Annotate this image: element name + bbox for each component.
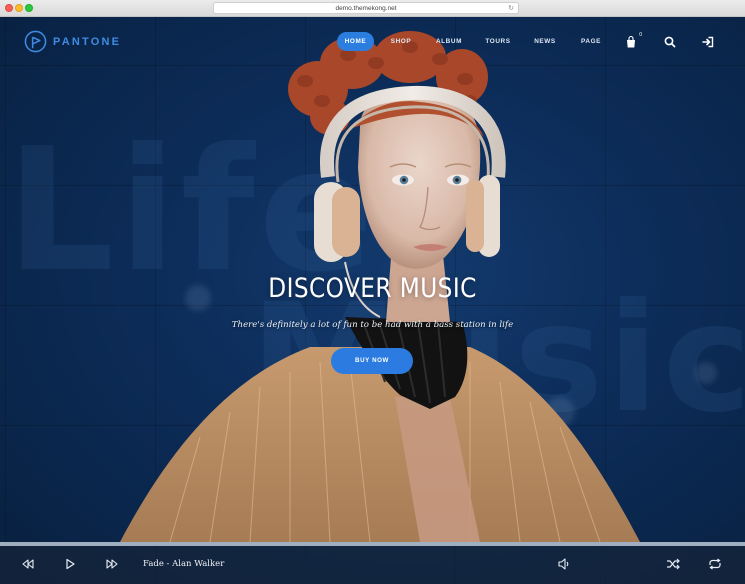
buy-now-button[interactable]: BUY NOW [331,348,413,374]
main-navigation: HOME SHOP ALBUM TOURS NEWS PAGE 0 [0,32,745,52]
music-player-bar: Fade - Alan Walker [0,546,745,584]
shuffle-icon[interactable] [665,556,681,572]
nav-item-news[interactable]: NEWS [530,32,560,51]
nav-item-shop[interactable]: SHOP [386,32,416,51]
next-icon[interactable] [104,556,120,572]
hero-subtitle: There's definitely a lot of fun to be ha… [231,320,514,330]
nav-item-home[interactable]: HOME [337,32,374,51]
cart-count-badge: 0 [639,32,642,38]
minimize-window-button[interactable] [15,4,23,12]
hero-section: Life Music PANTONE HOME SHOP ALBUM TOURS… [0,17,745,584]
address-bar[interactable]: demo.themekong.net ↻ [213,2,519,14]
repeat-icon[interactable] [707,556,723,572]
volume-icon[interactable] [556,556,572,572]
hero-title: DISCOVER MUSIC [268,273,477,304]
maximize-window-button[interactable] [25,4,33,12]
browser-toolbar: demo.themekong.net ↻ [0,0,745,17]
play-icon[interactable] [62,556,78,572]
close-window-button[interactable] [5,4,13,12]
address-bar-url: demo.themekong.net [335,5,397,12]
previous-icon[interactable] [20,556,36,572]
cart-icon[interactable]: 0 [624,32,642,49]
nav-item-album[interactable]: ALBUM [432,32,466,51]
reload-icon[interactable]: ↻ [508,3,514,14]
search-icon[interactable] [663,35,677,49]
nav-item-tours[interactable]: TOURS [482,32,514,51]
login-icon[interactable] [701,35,715,49]
nav-item-page[interactable]: PAGE [576,32,606,51]
now-playing-track: Fade - Alan Walker [143,559,225,569]
